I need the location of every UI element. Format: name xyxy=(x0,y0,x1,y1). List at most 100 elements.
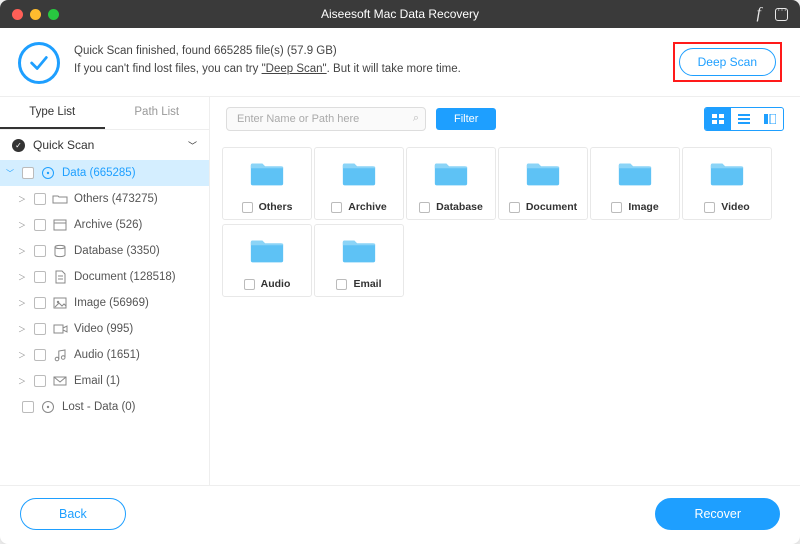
folder-label: Document xyxy=(526,201,577,213)
main-body: Type List Path List ✓ Quick Scan ﹀ ﹀ Data… xyxy=(0,97,800,485)
chevron-icon[interactable]: ＞ xyxy=(16,272,28,283)
deep-scan-link[interactable]: "Deep Scan" xyxy=(262,63,327,75)
tree-item-label: Video (995) xyxy=(74,323,133,335)
checkbox[interactable] xyxy=(34,323,46,335)
status-file-count: 665285 file(s) xyxy=(214,45,284,57)
folder-card[interactable]: Image xyxy=(590,147,680,220)
quick-scan-row[interactable]: ✓ Quick Scan ﹀ xyxy=(0,130,209,160)
checkbox[interactable] xyxy=(34,245,46,257)
tree-item-disk[interactable]: Lost - Data (0) xyxy=(0,394,209,420)
chevron-icon[interactable]: ﹀ xyxy=(4,168,16,179)
checkbox[interactable] xyxy=(34,375,46,387)
feedback-icon[interactable] xyxy=(775,8,788,21)
document-icon xyxy=(52,270,68,284)
checkbox[interactable] xyxy=(34,349,46,361)
chevron-icon[interactable]: ＞ xyxy=(16,298,28,309)
folder-checkbox[interactable] xyxy=(704,202,715,213)
tree-item-video[interactable]: ＞ Video (995) xyxy=(0,316,209,342)
tree-item-image[interactable]: ＞ Image (56969) xyxy=(0,290,209,316)
tree-item-database[interactable]: ＞ Database (3350) xyxy=(0,238,209,264)
chevron-icon[interactable]: ＞ xyxy=(16,194,28,205)
close-window-button[interactable] xyxy=(12,9,23,20)
folder-card[interactable]: Video xyxy=(682,147,772,220)
back-button[interactable]: Back xyxy=(20,498,126,530)
minimize-window-button[interactable] xyxy=(30,9,41,20)
app-window: Aiseesoft Mac Data Recovery f Quick Scan… xyxy=(0,0,800,544)
tree-item-label: Audio (1651) xyxy=(74,349,140,361)
disk-icon xyxy=(40,400,56,414)
video-icon xyxy=(52,322,68,336)
tree-item-label: Archive (526) xyxy=(74,219,142,231)
tree-item-label: Document (128518) xyxy=(74,271,176,283)
archive-icon xyxy=(52,218,68,232)
checkbox[interactable] xyxy=(34,271,46,283)
recover-button[interactable]: Recover xyxy=(655,498,780,530)
folder-card[interactable]: Database xyxy=(406,147,496,220)
chevron-icon[interactable]: ＞ xyxy=(16,246,28,257)
tree-item-audio[interactable]: ＞ Audio (1651) xyxy=(0,342,209,368)
chevron-down-icon[interactable]: ﹀ xyxy=(188,139,197,152)
checkbox[interactable] xyxy=(34,297,46,309)
folder-icon xyxy=(524,158,562,193)
image-icon xyxy=(52,296,68,310)
sidebar-tabs: Type List Path List xyxy=(0,97,209,130)
tree-item-disk[interactable]: ﹀ Data (665285) xyxy=(0,160,209,186)
hint-prefix: If you can't find lost files, you can tr… xyxy=(74,63,262,75)
tree-item-label: Database (3350) xyxy=(74,245,160,257)
folder-label: Video xyxy=(721,201,749,213)
content-toolbar: ⌕ Filter xyxy=(210,97,800,141)
tree-item-label: Others (473275) xyxy=(74,193,158,205)
folder-checkbox[interactable] xyxy=(509,202,520,213)
tree-item-archive[interactable]: ＞ Archive (526) xyxy=(0,212,209,238)
folder-label: Audio xyxy=(261,278,291,290)
folder-card[interactable]: Archive xyxy=(314,147,404,220)
chevron-icon[interactable]: ＞ xyxy=(16,376,28,387)
deep-scan-button[interactable]: Deep Scan xyxy=(679,48,776,76)
filter-button[interactable]: Filter xyxy=(436,108,496,130)
folder-card[interactable]: Others xyxy=(222,147,312,220)
folder-checkbox[interactable] xyxy=(331,202,342,213)
folder-checkbox[interactable] xyxy=(244,279,255,290)
tree-item-label: Image (56969) xyxy=(74,297,149,309)
titlebar: Aiseesoft Mac Data Recovery f xyxy=(0,0,800,28)
scan-status-header: Quick Scan finished, found 665285 file(s… xyxy=(0,28,800,97)
checkbox[interactable] xyxy=(34,193,46,205)
audio-icon xyxy=(52,348,68,362)
folder-label: Others xyxy=(259,201,293,213)
folder-card[interactable]: Email xyxy=(314,224,404,297)
tab-path-list[interactable]: Path List xyxy=(105,97,210,129)
maximize-window-button[interactable] xyxy=(48,9,59,20)
folder-checkbox[interactable] xyxy=(242,202,253,213)
folder-label: Database xyxy=(436,201,483,213)
tree-item-document[interactable]: ＞ Document (128518) xyxy=(0,264,209,290)
chevron-icon[interactable]: ＞ xyxy=(16,324,28,335)
scan-status-text: Quick Scan finished, found 665285 file(s… xyxy=(74,42,663,79)
folder-card[interactable]: Document xyxy=(498,147,588,220)
folder-card[interactable]: Audio xyxy=(222,224,312,297)
tree-item-email[interactable]: ＞Email (1) xyxy=(0,368,209,394)
file-tree: ﹀ Data (665285) ＞ Others (473275) ＞ Archive (… xyxy=(0,160,209,420)
facebook-icon[interactable]: f xyxy=(757,5,761,23)
search-wrapper: ⌕ xyxy=(226,107,426,131)
tree-item-folder[interactable]: ＞ Others (473275) xyxy=(0,186,209,212)
search-icon[interactable]: ⌕ xyxy=(413,112,419,125)
checkbox[interactable] xyxy=(22,401,34,413)
folder-icon xyxy=(340,158,378,193)
checkbox[interactable] xyxy=(34,219,46,231)
view-list-button[interactable] xyxy=(731,108,757,130)
search-input[interactable] xyxy=(226,107,426,131)
deep-scan-highlight: Deep Scan xyxy=(673,42,782,82)
view-detail-button[interactable] xyxy=(757,108,783,130)
view-grid-button[interactable] xyxy=(705,108,731,130)
folder-checkbox[interactable] xyxy=(611,202,622,213)
check-icon: ✓ xyxy=(12,139,25,152)
folder-grid-area: Others Archive Database Document Image Video A… xyxy=(210,141,800,485)
chevron-icon[interactable]: ＞ xyxy=(16,220,28,231)
folder-checkbox[interactable] xyxy=(419,202,430,213)
tab-type-list[interactable]: Type List xyxy=(0,97,105,129)
folder-icon xyxy=(432,158,470,193)
checkbox[interactable] xyxy=(22,167,34,179)
chevron-icon[interactable]: ＞ xyxy=(16,350,28,361)
folder-checkbox[interactable] xyxy=(336,279,347,290)
tree-item-label: Data (665285) xyxy=(62,167,136,179)
